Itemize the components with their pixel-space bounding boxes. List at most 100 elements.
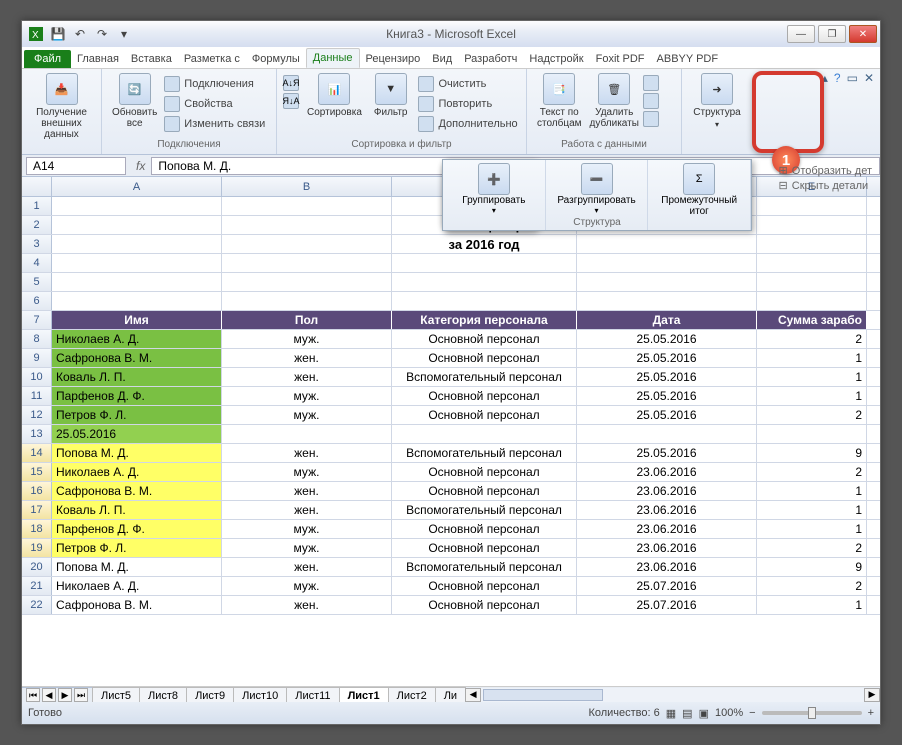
- save-icon[interactable]: 💾: [50, 26, 66, 42]
- row-header[interactable]: 22: [22, 596, 52, 614]
- sheet-tab[interactable]: Ли: [435, 687, 466, 704]
- row-header[interactable]: 11: [22, 387, 52, 405]
- row-header[interactable]: 21: [22, 577, 52, 595]
- cell[interactable]: Сафронова В. М.: [52, 349, 222, 367]
- row-header[interactable]: 6: [22, 292, 52, 310]
- cell[interactable]: [577, 425, 757, 443]
- prev-sheet-button[interactable]: ◀: [42, 688, 56, 702]
- zoom-thumb[interactable]: [808, 707, 816, 719]
- show-detail-button[interactable]: ⊞Отобразить дет: [779, 163, 872, 178]
- cell[interactable]: 1: [757, 349, 867, 367]
- cell[interactable]: [52, 197, 222, 215]
- cell[interactable]: муж.: [222, 539, 392, 557]
- cell[interactable]: 25.05.2016: [52, 425, 222, 443]
- cell[interactable]: Основной персонал: [392, 463, 577, 481]
- cell[interactable]: [222, 273, 392, 291]
- cell[interactable]: [52, 216, 222, 234]
- cell[interactable]: [392, 254, 577, 272]
- cell[interactable]: 23.06.2016: [577, 463, 757, 481]
- row-header[interactable]: 9: [22, 349, 52, 367]
- tab-view[interactable]: Вид: [426, 50, 458, 68]
- cell[interactable]: 23.06.2016: [577, 539, 757, 557]
- cell[interactable]: жен.: [222, 349, 392, 367]
- row-header[interactable]: 4: [22, 254, 52, 272]
- cell[interactable]: 25.05.2016: [577, 406, 757, 424]
- cell[interactable]: [757, 197, 867, 215]
- connections-button[interactable]: Подключения: [161, 75, 268, 93]
- cell[interactable]: Вспомогательный персонал: [392, 558, 577, 576]
- cell[interactable]: [222, 292, 392, 310]
- whatif-icon[interactable]: [643, 111, 659, 127]
- col-header-a[interactable]: A: [52, 177, 222, 196]
- restore-window-icon[interactable]: ▭: [847, 71, 858, 85]
- cell[interactable]: 25.07.2016: [577, 596, 757, 614]
- cell[interactable]: муж.: [222, 463, 392, 481]
- cell[interactable]: Николаев А. Д.: [52, 577, 222, 595]
- zoom-level[interactable]: 100%: [715, 707, 743, 719]
- tab-file[interactable]: Файл: [24, 50, 71, 68]
- cell[interactable]: [222, 216, 392, 234]
- tab-addins[interactable]: Надстройк: [523, 50, 589, 68]
- cell[interactable]: [392, 273, 577, 291]
- cell[interactable]: Коваль Л. П.: [52, 368, 222, 386]
- view-layout-icon[interactable]: ▤: [682, 707, 692, 720]
- cell[interactable]: Категория персонала: [392, 311, 577, 329]
- cell[interactable]: жен.: [222, 558, 392, 576]
- fx-icon[interactable]: fx: [130, 159, 151, 173]
- cell[interactable]: [757, 292, 867, 310]
- sheet-tab[interactable]: Лист8: [139, 687, 187, 704]
- cell[interactable]: 2: [757, 539, 867, 557]
- row-header[interactable]: 8: [22, 330, 52, 348]
- group-button[interactable]: ➕ Группировать ▾: [443, 160, 546, 230]
- cell[interactable]: [392, 292, 577, 310]
- row-header[interactable]: 16: [22, 482, 52, 500]
- cell[interactable]: 2: [757, 463, 867, 481]
- cell[interactable]: муж.: [222, 577, 392, 595]
- cell[interactable]: [222, 197, 392, 215]
- cell[interactable]: [577, 273, 757, 291]
- cell[interactable]: жен.: [222, 444, 392, 462]
- cell[interactable]: Николаев А. Д.: [52, 330, 222, 348]
- cell[interactable]: [757, 273, 867, 291]
- row-header[interactable]: 10: [22, 368, 52, 386]
- cell[interactable]: [577, 254, 757, 272]
- cell[interactable]: 25.05.2016: [577, 444, 757, 462]
- help-icon[interactable]: ?: [834, 71, 841, 85]
- tab-formulas[interactable]: Формулы: [246, 50, 306, 68]
- cell[interactable]: [52, 254, 222, 272]
- cell[interactable]: 23.06.2016: [577, 482, 757, 500]
- cell[interactable]: 1: [757, 482, 867, 500]
- properties-button[interactable]: Свойства: [161, 95, 268, 113]
- cell[interactable]: [392, 425, 577, 443]
- col-header-b[interactable]: B: [222, 177, 392, 196]
- sort-button[interactable]: 📊 Сортировка: [303, 71, 366, 120]
- cell[interactable]: 23.06.2016: [577, 501, 757, 519]
- cell[interactable]: Сафронова В. М.: [52, 482, 222, 500]
- tab-insert[interactable]: Вставка: [125, 50, 178, 68]
- cell[interactable]: [577, 292, 757, 310]
- cell[interactable]: жен.: [222, 368, 392, 386]
- sort-az-button[interactable]: А↓Я: [283, 75, 299, 91]
- row-header[interactable]: 18: [22, 520, 52, 538]
- cell[interactable]: [222, 254, 392, 272]
- tab-data[interactable]: Данные: [306, 48, 360, 68]
- external-data-button[interactable]: 📥 Получение внешних данных: [28, 71, 95, 142]
- row-header[interactable]: 1: [22, 197, 52, 215]
- zoom-in-button[interactable]: +: [868, 707, 874, 719]
- row-header[interactable]: 12: [22, 406, 52, 424]
- cell[interactable]: 1: [757, 387, 867, 405]
- minimize-button[interactable]: —: [787, 25, 815, 43]
- cell[interactable]: Имя: [52, 311, 222, 329]
- validation-icon[interactable]: [643, 75, 659, 91]
- cell[interactable]: 23.06.2016: [577, 558, 757, 576]
- cell[interactable]: 9: [757, 558, 867, 576]
- tab-layout[interactable]: Разметка с: [178, 50, 246, 68]
- cell[interactable]: Вспомогательный персонал: [392, 501, 577, 519]
- cell[interactable]: 1: [757, 368, 867, 386]
- row-header[interactable]: 20: [22, 558, 52, 576]
- cell[interactable]: [757, 216, 867, 234]
- cell[interactable]: Сафронова В. М.: [52, 596, 222, 614]
- cell[interactable]: Основной персонал: [392, 406, 577, 424]
- minimize-ribbon-icon[interactable]: ▴: [822, 71, 828, 85]
- cell[interactable]: [222, 235, 392, 253]
